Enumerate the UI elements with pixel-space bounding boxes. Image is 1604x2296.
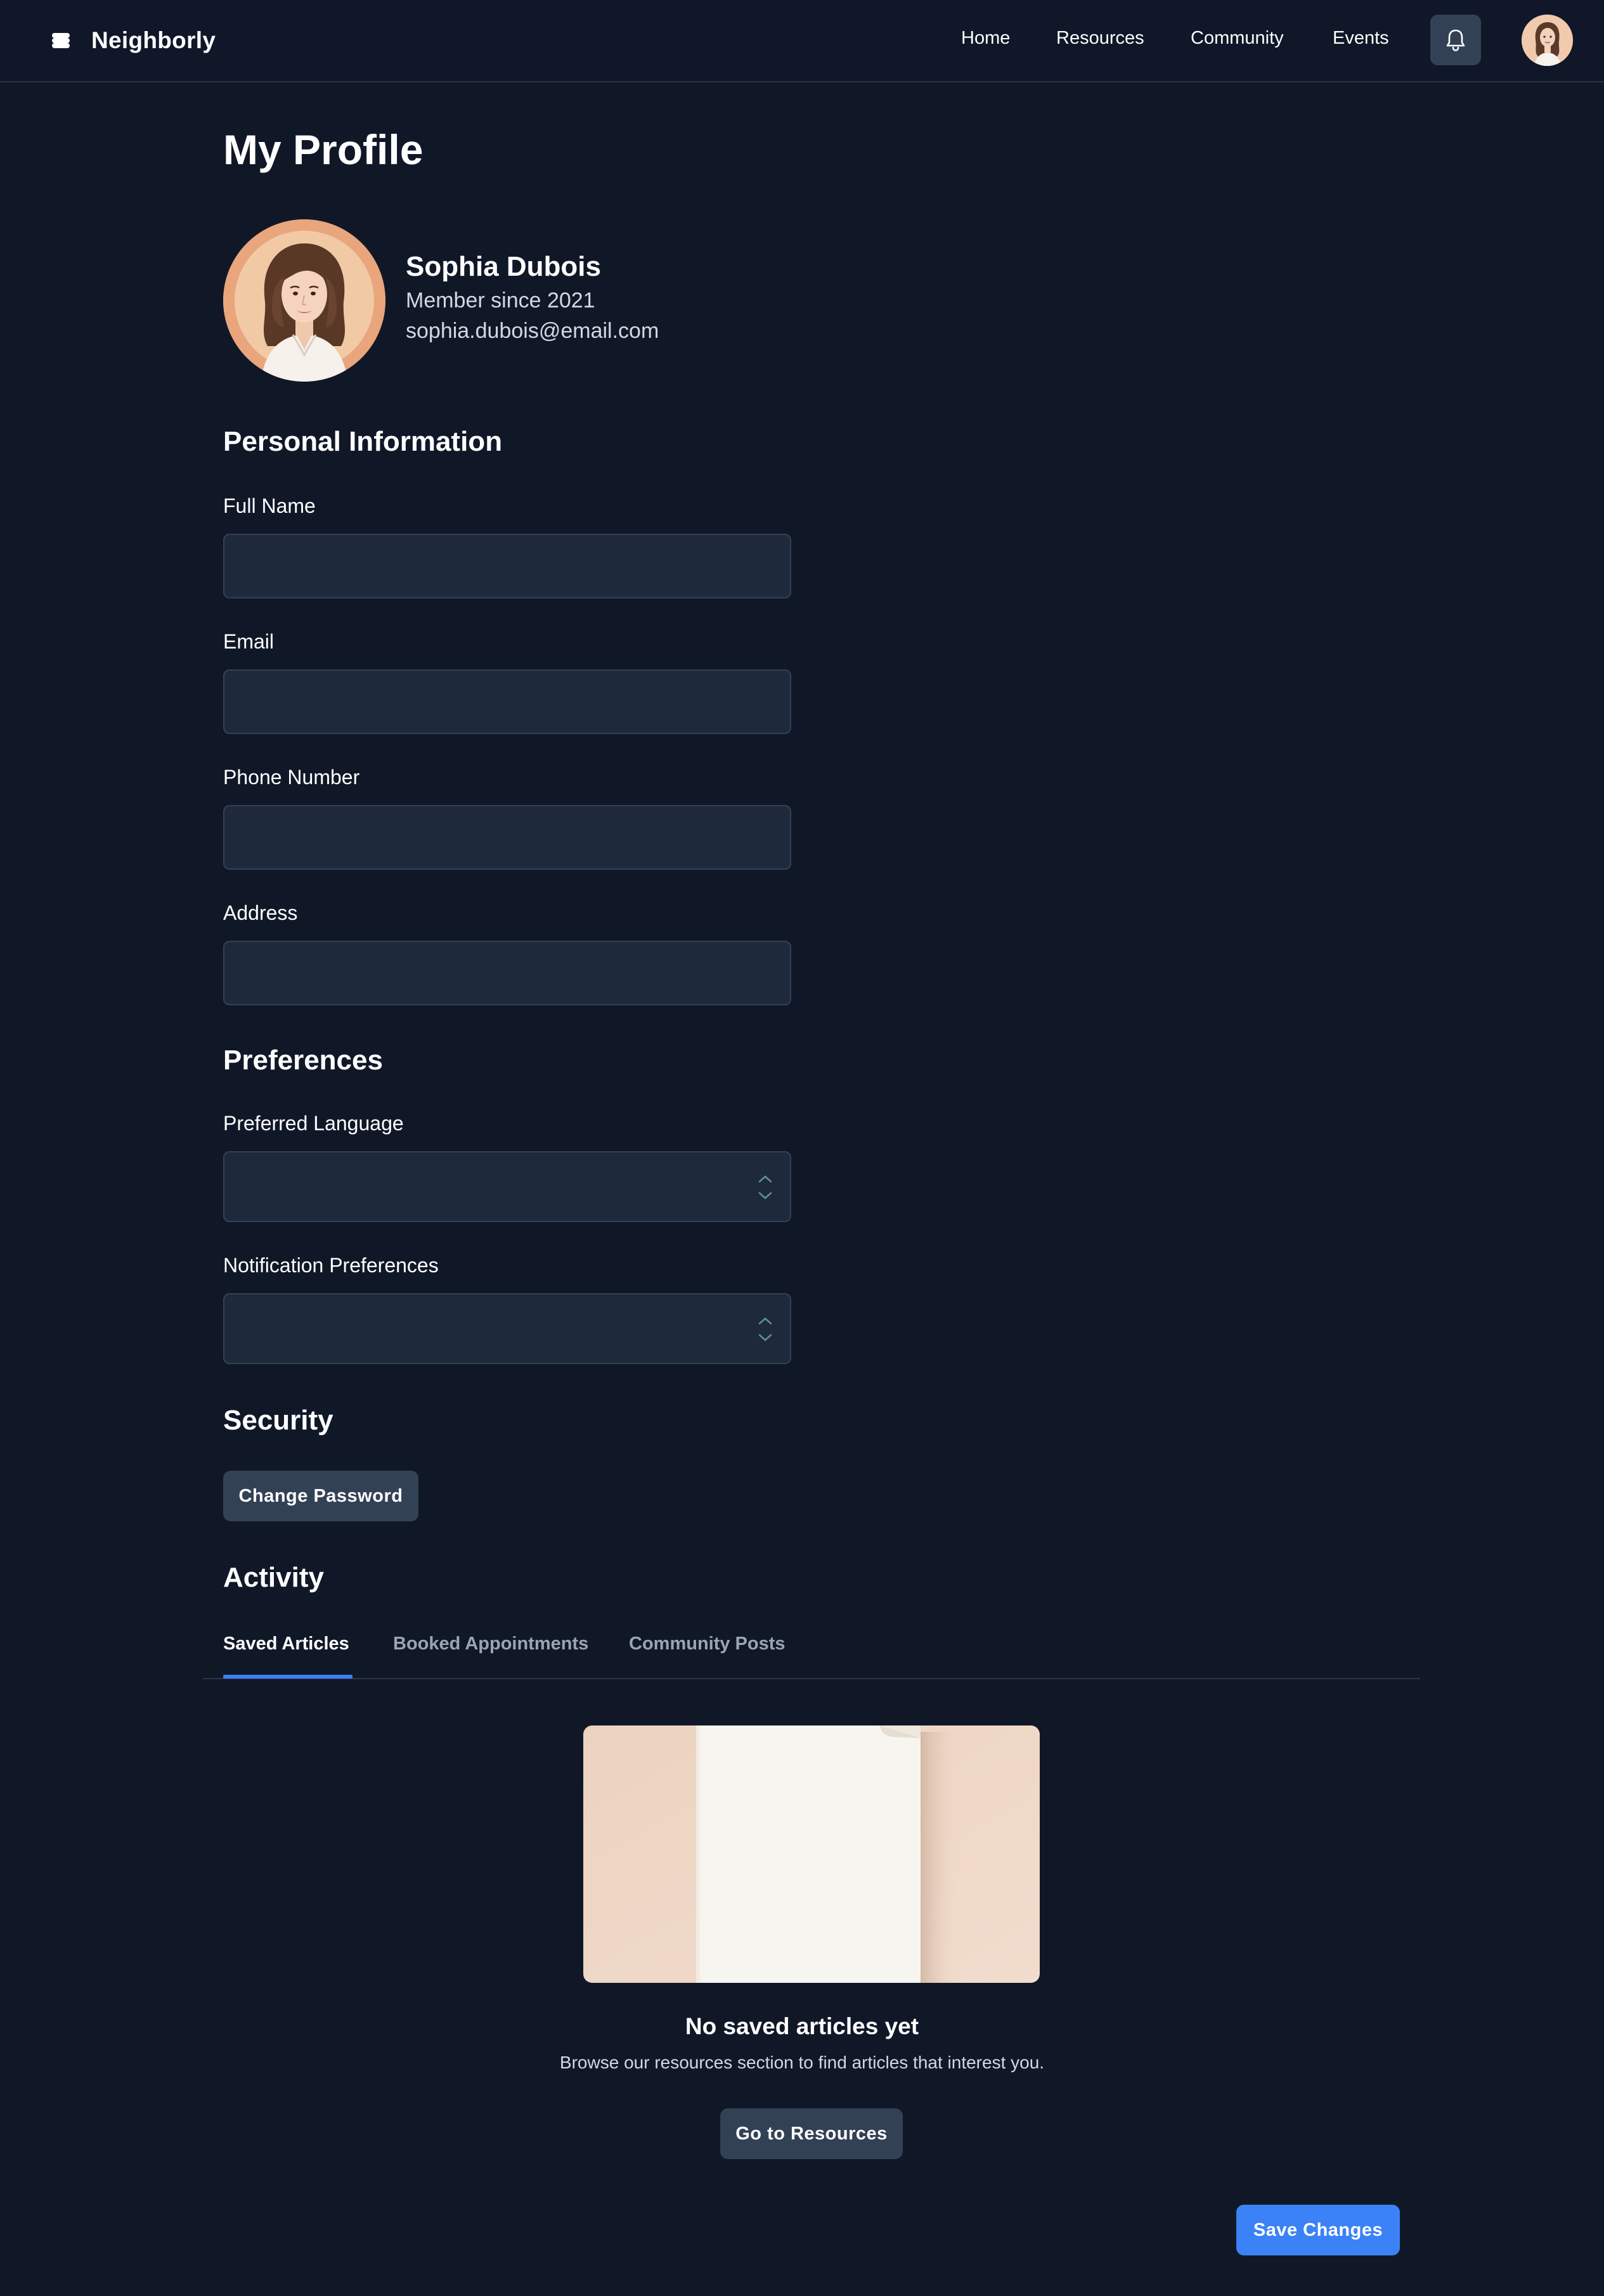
empty-state-illustration [583, 1725, 1040, 1983]
activity-heading: Activity [223, 1562, 324, 1593]
chevron-up-down-icon [758, 1317, 772, 1341]
email-label: Email [223, 630, 275, 653]
notification-preferences-select[interactable] [223, 1293, 791, 1364]
address-input[interactable] [223, 941, 791, 1005]
empty-state-title: No saved articles yet [685, 2013, 919, 2039]
preferred-language-select[interactable] [223, 1151, 791, 1222]
user-avatar-image [1522, 15, 1573, 66]
empty-state-description: Browse our resources section to find art… [559, 2053, 1045, 2072]
tabs-divider [203, 1678, 1420, 1679]
chevron-up-down-icon [758, 1175, 772, 1199]
preferred-language-label: Preferred Language [223, 1112, 404, 1135]
tab-booked-appointments[interactable]: Booked Appointments [393, 1634, 588, 1654]
security-heading: Security [223, 1405, 333, 1436]
bell-icon [1446, 29, 1465, 51]
full-name-input[interactable] [223, 534, 791, 598]
notifications-button[interactable] [1430, 15, 1481, 65]
save-changes-button[interactable]: Save Changes [1236, 2205, 1400, 2255]
brand-link[interactable]: Neighborly [49, 23, 216, 58]
nav-link-home[interactable]: Home [961, 28, 1010, 49]
change-password-button[interactable]: Change Password [223, 1471, 418, 1521]
tab-community-posts[interactable]: Community Posts [629, 1634, 786, 1654]
phone-number-label: Phone Number [223, 766, 360, 789]
tab-saved-articles[interactable]: Saved Articles [223, 1634, 349, 1654]
nav-link-events[interactable]: Events [1333, 28, 1389, 49]
full-name-label: Full Name [223, 494, 316, 517]
notification-preferences-label: Notification Preferences [223, 1254, 439, 1277]
email-input[interactable] [223, 669, 791, 734]
profile-email: sophia.dubois@email.com [406, 319, 659, 343]
brand-name: Neighborly [91, 27, 216, 53]
nav-link-community[interactable]: Community [1191, 28, 1284, 49]
go-to-resources-button[interactable]: Go to Resources [720, 2108, 903, 2159]
profile-avatar [223, 219, 385, 382]
preferences-heading: Preferences [223, 1045, 383, 1076]
user-avatar-button[interactable] [1522, 15, 1573, 66]
page-title: My Profile [223, 126, 424, 173]
address-label: Address [223, 901, 298, 924]
profile-portrait-image [223, 219, 385, 382]
top-navigation-bar: Neighborly Home Resources Community Even… [0, 0, 1604, 82]
personal-information-heading: Personal Information [223, 426, 503, 457]
nav-link-resources[interactable]: Resources [1056, 28, 1144, 49]
member-since: Member since 2021 [406, 288, 595, 313]
active-tab-indicator [223, 1675, 352, 1679]
phone-number-input[interactable] [223, 805, 791, 870]
profile-name: Sophia Dubois [406, 251, 601, 282]
blank-document-icon [583, 1725, 1040, 1983]
stacked-layers-icon [49, 29, 72, 52]
